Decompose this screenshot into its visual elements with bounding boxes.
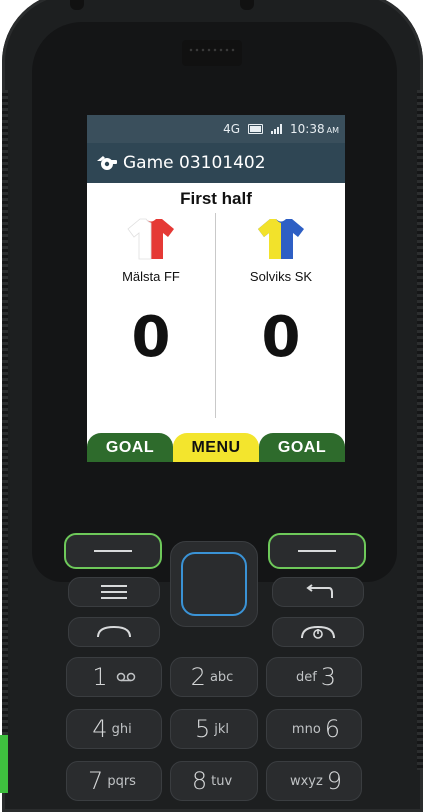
key-3[interactable]: def 3: [266, 657, 362, 697]
key-6-number: 6: [324, 715, 341, 743]
key-3-number: 3: [320, 663, 337, 691]
key-7[interactable]: 7 pqrs: [66, 761, 162, 801]
clock-time: 10:38: [290, 122, 325, 136]
key-9-letters: wxyz: [289, 773, 323, 789]
key-7-number: 7: [88, 767, 104, 795]
dash-icon: [298, 550, 336, 552]
dash-icon: [94, 550, 132, 552]
key-7-letters: pqrs: [107, 773, 136, 789]
key-5-number: 5: [194, 715, 211, 743]
network-type: 4G: [223, 122, 241, 136]
match-period: First half: [180, 189, 252, 208]
key-9[interactable]: wxyz 9: [266, 761, 362, 801]
clock-ampm: AM: [326, 126, 339, 135]
menu-lines-icon: [101, 585, 127, 599]
right-side-grip: [417, 90, 423, 770]
home-goal-button[interactable]: GOAL: [87, 433, 173, 462]
left-softkey[interactable]: [64, 533, 162, 569]
right-softkey[interactable]: [268, 533, 366, 569]
key-2[interactable]: 2 abc: [170, 657, 258, 697]
call-key[interactable]: [68, 617, 160, 647]
home-team-name: Mälsta FF: [122, 269, 180, 284]
away-shirt-icon: [258, 219, 304, 259]
game-title: Game 03101402: [123, 153, 266, 173]
menu-key[interactable]: [68, 577, 160, 607]
end-power-key[interactable]: [272, 617, 364, 647]
key-6[interactable]: mno 6: [266, 709, 362, 749]
key-2-letters: abc: [209, 669, 234, 685]
home-team: Mälsta FF 0: [91, 217, 211, 366]
key-8[interactable]: 8 tuv: [170, 761, 258, 801]
power-icon: [301, 625, 335, 639]
top-notch-left: [70, 0, 84, 10]
key-1-number: 1: [92, 663, 108, 691]
home-shirt-icon: [127, 218, 174, 260]
select-key[interactable]: [181, 552, 247, 616]
whistle-icon: [97, 156, 117, 170]
left-side-grip: [2, 90, 8, 770]
key-4-letters: ghi: [111, 721, 132, 737]
key-5[interactable]: 5 jkl: [170, 709, 258, 749]
key-1[interactable]: 1: [66, 657, 162, 697]
back-arrow-icon: [306, 584, 333, 598]
softkey-bar: GOAL MENU GOAL: [87, 433, 345, 462]
key-2-number: 2: [190, 663, 206, 691]
away-score: 0: [261, 305, 301, 370]
call-icon: [97, 625, 131, 638]
home-score: 0: [131, 305, 171, 370]
key-5-letters: jkl: [214, 721, 230, 737]
signal-icon: [271, 124, 283, 134]
keypad: 1 2 abc def 3 4 ghi 5 jkl mno 6 7 pqrs 8…: [46, 515, 380, 801]
clock: 10:38 AM: [290, 122, 339, 136]
key-9-number: 9: [326, 767, 343, 795]
status-bar: 4G 10:38 AM: [87, 115, 345, 143]
earpiece-speaker: [182, 40, 242, 66]
teams-divider: [215, 213, 216, 418]
key-6-letters: mno: [291, 721, 321, 737]
away-team-name: Solviks SK: [249, 269, 313, 284]
key-3-letters: def: [295, 669, 317, 685]
phone-screen: 4G 10:38 AM Game 03101402 First half Mäls…: [87, 115, 345, 462]
battery-icon: [248, 124, 264, 134]
app-title-bar: Game 03101402: [87, 143, 345, 183]
menu-button[interactable]: MENU: [173, 433, 259, 462]
green-accent-strip: [0, 735, 8, 793]
key-8-number: 8: [191, 767, 208, 795]
navigation-pad[interactable]: [170, 541, 258, 627]
key-8-letters: tuv: [211, 773, 233, 789]
key-4-number: 4: [92, 715, 108, 743]
back-key[interactable]: [272, 577, 364, 607]
key-4[interactable]: 4 ghi: [66, 709, 162, 749]
top-notch-right: [240, 0, 254, 10]
away-team: Solviks SK 0: [221, 217, 341, 366]
away-goal-button[interactable]: GOAL: [259, 433, 345, 462]
voicemail-icon: [116, 672, 135, 682]
